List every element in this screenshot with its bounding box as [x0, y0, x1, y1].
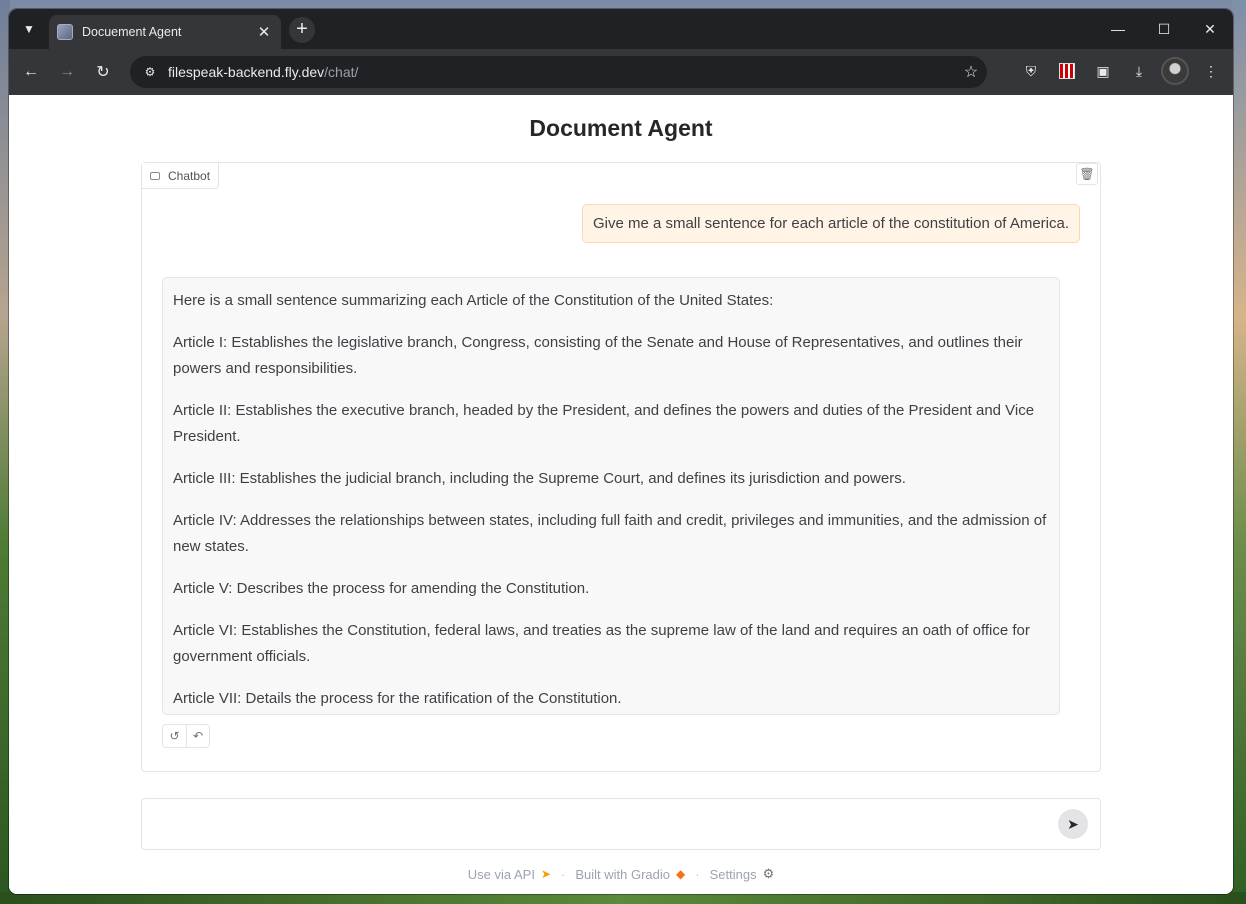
minimize-button[interactable]: — [1095, 9, 1141, 49]
star-icon[interactable]: ☆ [955, 62, 987, 82]
bot-message: Here is a small sentence summarizing eac… [162, 277, 1060, 715]
bot-message-paragraph: Article III: Establishes the judicial br… [173, 470, 906, 487]
footer-separator: · [695, 866, 700, 882]
back-button[interactable]: ← [17, 58, 45, 86]
retry-button[interactable]: ↺ [163, 725, 186, 747]
bot-message-paragraph: Article V: Describes the process for ame… [173, 580, 590, 597]
use-via-api-label: Use via API [467, 866, 535, 882]
arrow-left-icon: ← [23, 63, 39, 80]
settings-link[interactable]: Settings ⚙ [710, 866, 775, 882]
plus-icon: + [296, 18, 308, 40]
close-icon[interactable]: ✕ [255, 23, 273, 41]
message-input-box: ➤ [141, 798, 1101, 850]
chat-icon [150, 171, 160, 180]
close-window-icon: ✕ [1204, 20, 1216, 37]
url-path: /chat/ [324, 64, 359, 80]
favicon-icon [57, 24, 73, 40]
bot-message-paragraph: Here is a small sentence summarizing eac… [173, 292, 774, 309]
send-icon: ➤ [1067, 815, 1079, 832]
footer-separator: · [561, 866, 566, 882]
chatbot-panel: Chatbot 🗑 Give me a small sentence for e… [141, 162, 1101, 772]
toolbar-right: ⛨ ▣ ⤓ ⋮ [1017, 57, 1225, 85]
clear-chat-button[interactable]: 🗑 [1076, 163, 1098, 185]
more-menu-icon[interactable]: ⋮ [1197, 57, 1225, 85]
built-with-gradio-label: Built with Gradio [575, 866, 671, 882]
send-button[interactable]: ➤ [1058, 809, 1088, 839]
browser-toolbar: ← → ↻ ⚙ filespeak-backend.fly.dev/chat/ … [9, 49, 1233, 95]
maximize-button[interactable]: ☐ [1141, 9, 1187, 49]
grid-extension-icon[interactable] [1053, 57, 1081, 85]
rocket-icon: ➤ [540, 867, 552, 881]
built-with-gradio-link[interactable]: Built with Gradio ◆ [575, 867, 685, 882]
message-input[interactable] [152, 811, 1032, 837]
use-via-api-link[interactable]: Use via API ➤ [468, 867, 551, 882]
web-page: Document Agent Chatbot 🗑 Give me a small… [9, 95, 1233, 894]
profile-avatar[interactable] [1161, 57, 1189, 85]
chatbot-label-text: Chatbot [168, 168, 211, 183]
address-bar[interactable]: ⚙ filespeak-backend.fly.dev/chat/ ☆ [130, 56, 987, 88]
tab-strip: ▼ Docuement Agent ✕ + — ☐ ✕ [9, 9, 1233, 49]
desktop-background-right [1232, 0, 1246, 904]
settings-label: Settings [709, 866, 757, 882]
maximize-icon: ☐ [1157, 20, 1171, 37]
close-window-button[interactable]: ✕ [1187, 9, 1233, 49]
tab-title: Docuement Agent [82, 25, 182, 39]
puzzle-extensions-icon[interactable]: ▣ [1089, 57, 1117, 85]
message-actions: ↺ ↶ [162, 724, 210, 748]
url-host: filespeak-backend.fly.dev [168, 64, 325, 80]
undo-button[interactable]: ↶ [186, 725, 209, 747]
bot-message-paragraph: Article VII: Details the process for the… [173, 690, 622, 707]
bot-message-paragraph: Article II: Establishes the executive br… [173, 402, 1035, 445]
bot-message-paragraph: Article VI: Establishes the Constitution… [173, 622, 1030, 665]
tab-search-button[interactable]: ▼ [17, 17, 41, 41]
retry-icon: ↺ [169, 729, 180, 743]
undo-icon: ↶ [192, 729, 204, 743]
bot-message-paragraph: Article IV: Addresses the relationships … [173, 512, 1047, 555]
window-controls: — ☐ ✕ [1095, 9, 1233, 49]
new-tab-button[interactable]: + [289, 17, 315, 43]
forward-button[interactable]: → [53, 58, 81, 86]
chevron-down-icon: ▼ [23, 22, 35, 36]
minimize-icon: — [1111, 21, 1125, 37]
browser-window: ▼ Docuement Agent ✕ + — ☐ ✕ ← → ↻ ⚙ file… [9, 9, 1233, 894]
shield-extension-icon[interactable]: ⛨ [1017, 57, 1045, 85]
reload-icon: ↻ [96, 64, 110, 81]
browser-tab[interactable]: Docuement Agent ✕ [49, 15, 281, 49]
site-info-icon[interactable]: ⚙ [140, 62, 160, 82]
arrow-right-icon: → [59, 63, 75, 80]
chatbot-label: Chatbot [142, 163, 220, 189]
reload-button[interactable]: ↻ [89, 58, 117, 86]
page-title: Document Agent [529, 115, 713, 141]
footer: Use via API ➤ · Built with Gradio ◆ · Se… [9, 866, 1233, 882]
gear-icon: ⚙ [762, 866, 775, 881]
trash-icon: 🗑 [1079, 167, 1095, 181]
gradio-logo-icon: ◆ [676, 867, 686, 881]
url-text: filespeak-backend.fly.dev/chat/ [168, 64, 955, 80]
user-message: Give me a small sentence for each articl… [581, 204, 1080, 243]
bot-message-paragraph: Article I: Establishes the legislative b… [173, 334, 1023, 377]
download-icon[interactable]: ⤓ [1125, 57, 1153, 85]
